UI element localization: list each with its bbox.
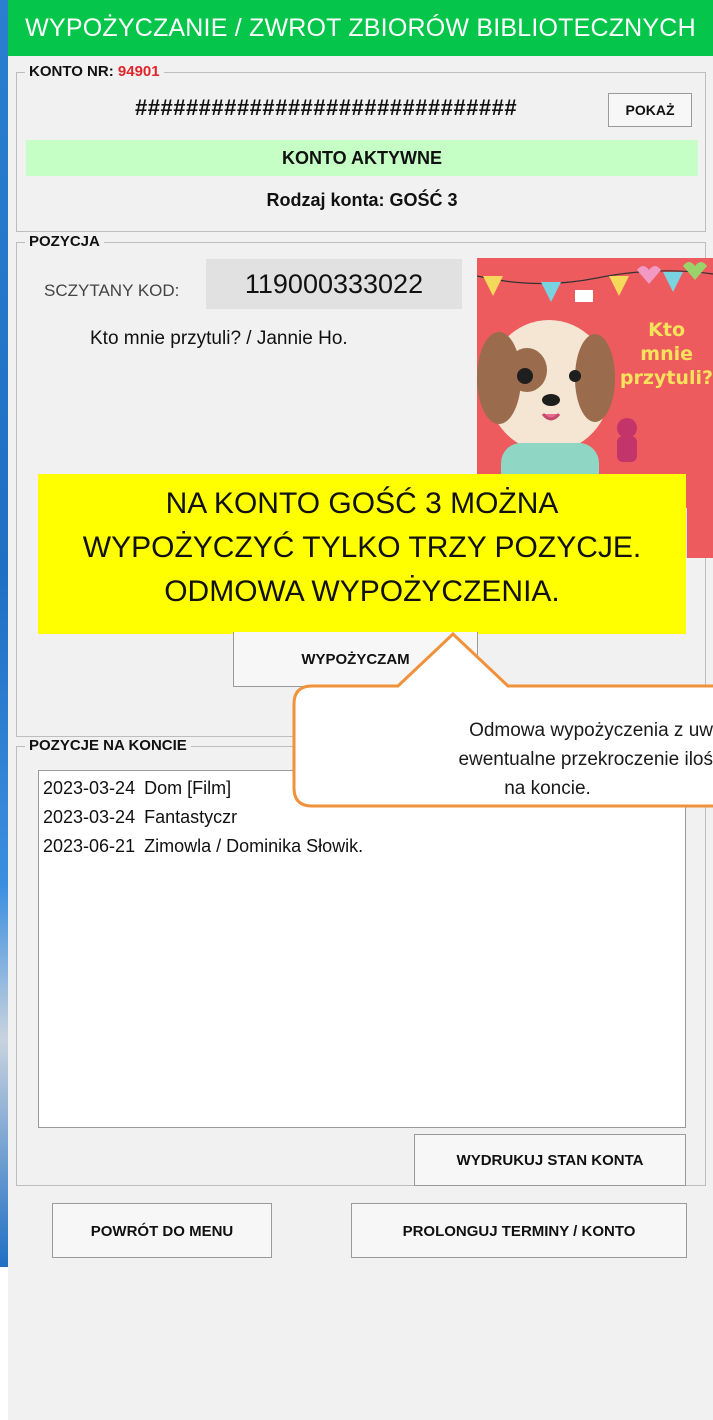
positions-list[interactable]: 2023-03-24 Dom [Film] 2023-03-24 Fantastyc…: [38, 770, 686, 1128]
extend-terms-button[interactable]: PROLONGUJ TERMINY / KONTO: [351, 1203, 687, 1258]
cover-title-1: Kto: [648, 319, 685, 341]
back-to-menu-button[interactable]: POWRÓT DO MENU: [52, 1203, 272, 1258]
account-status-badge: KONTO AKTYWNE: [26, 140, 698, 176]
alert-line: WYPOŻYCZYĆ TYLKO TRZY POZYCJE.: [82, 531, 642, 564]
account-type-text: Rodzaj konta: GOŚĆ 3: [266, 190, 458, 210]
show-button[interactable]: POKAŻ: [608, 93, 692, 127]
alert-line: NA KONTO GOŚĆ 3 MOŻNA: [165, 487, 559, 520]
account-number: 94901: [117, 63, 160, 80]
item-name: Dom [Film]: [144, 778, 232, 798]
callout-line: ewentualne przekroczenie iloś: [458, 749, 713, 770]
position-group-label: POZYCJA: [25, 233, 104, 250]
scanned-code-label: SCZYTANY KOD:: [44, 281, 180, 300]
scanned-code-field[interactable]: 119000333022: [206, 259, 462, 309]
window-title: WYPOŻYCZANIE / ZWROT ZBIORÓW BIBLIOTECZN…: [8, 0, 713, 56]
alert-line: ODMOWA WYPOŻYCZENIA.: [164, 575, 560, 608]
item-date: 2023-03-24: [43, 778, 136, 798]
account-label: KONTO NR:: [29, 63, 114, 80]
item-date: 2023-03-24: [43, 807, 136, 827]
item-title: Kto mnie przytuli? / Jannie Ho.: [90, 328, 348, 349]
callout-line: na koncie.: [504, 778, 591, 799]
item-date: 2023-06-21: [43, 836, 136, 856]
cover-title-3: przytuli?: [620, 367, 713, 389]
account-label-wrap: KONTO NR: 94901: [25, 63, 164, 80]
print-account-button[interactable]: WYDRUKUJ STAN KONTA: [414, 1134, 686, 1186]
callout-text: Odmowa wypożyczenia z uw ewentualne prze…: [292, 716, 713, 803]
item-name: Fantastyczr: [144, 807, 238, 827]
refusal-alert: NA KONTO GOŚĆ 3 MOŻNA WYPOŻYCZYĆ TYLKO T…: [38, 474, 686, 634]
masked-account-field: ##############################: [135, 95, 518, 120]
positions-group-label: POZYCJE NA KONCIE: [25, 737, 191, 754]
callout-line: Odmowa wypożyczenia z uw: [469, 720, 713, 741]
list-item[interactable]: 2023-06-21 Zimowla / Dominika Słowik.: [43, 832, 681, 861]
item-name: Zimowla / Dominika Słowik.: [144, 836, 364, 856]
cover-title-2: mnie: [640, 343, 693, 365]
